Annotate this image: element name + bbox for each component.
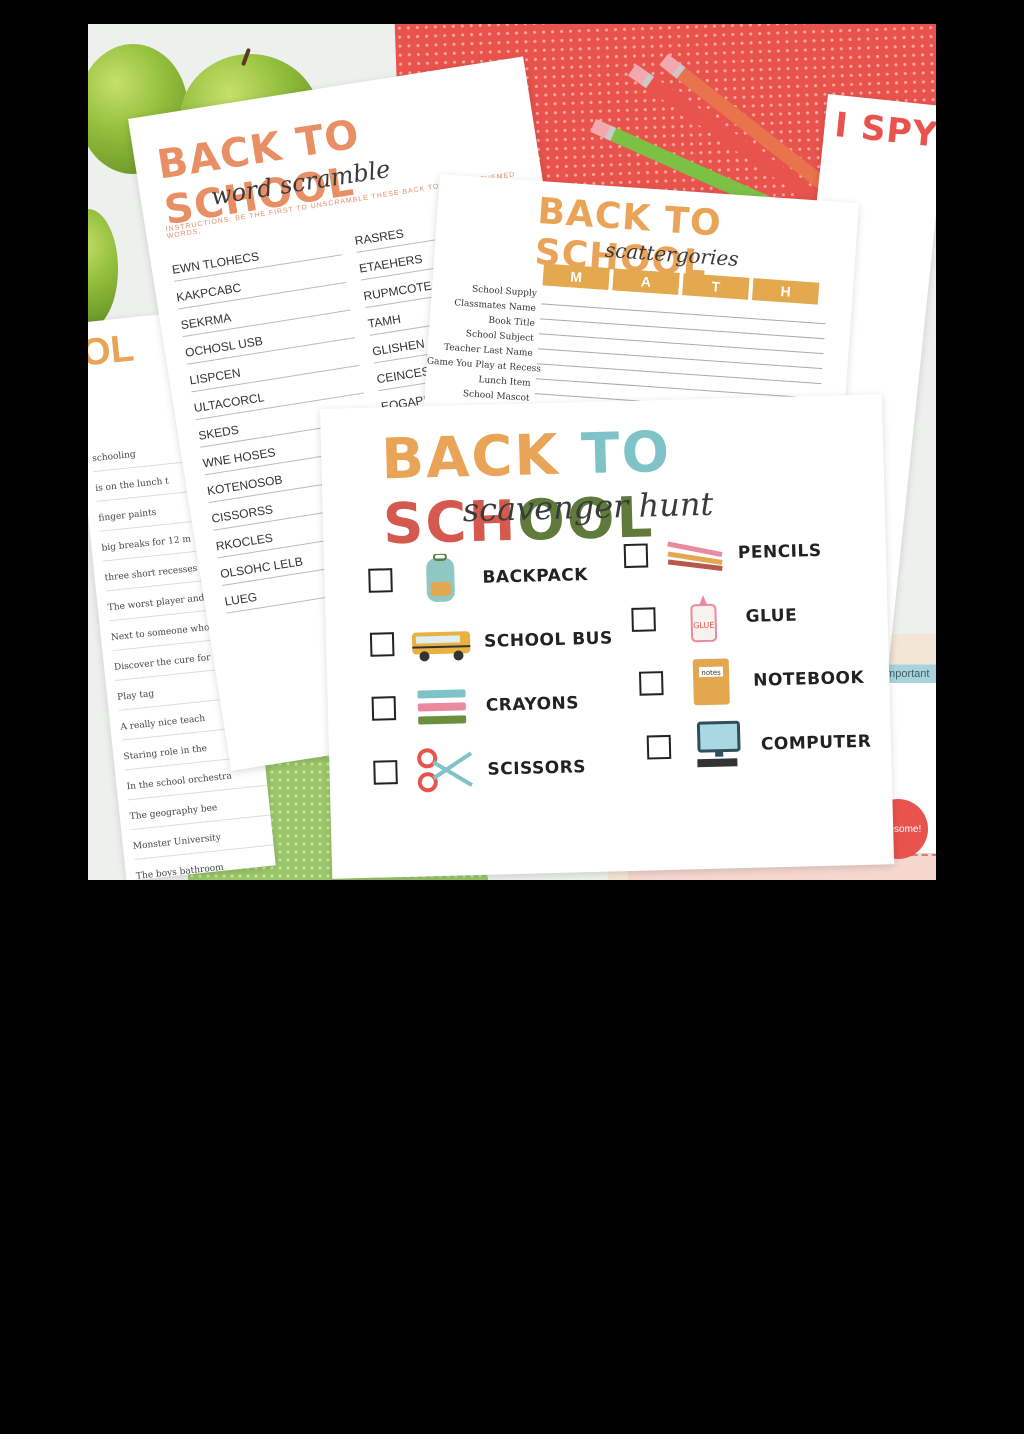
hunt-item-label: NOTEBOOK <box>753 667 865 691</box>
checkbox[interactable] <box>369 632 395 657</box>
scatter-letter: T <box>682 273 750 300</box>
left-sheet-heading: OL <box>88 327 136 375</box>
checkbox[interactable] <box>371 696 397 721</box>
glue-text: GLUE <box>693 621 714 631</box>
hunt-subtitle: scavenger hunt <box>462 484 714 530</box>
hunt-item-backpack: BACKPACK <box>368 550 589 606</box>
hunt-item-label: SCISSORS <box>487 757 587 780</box>
hunt-item-label: SCHOOL BUS <box>483 628 613 652</box>
glue-icon: GLUE <box>690 595 718 643</box>
pencils-icon <box>667 541 723 572</box>
hunt-item-label: PENCILS <box>737 540 822 564</box>
school-bus-icon <box>411 631 471 662</box>
checkbox[interactable] <box>638 671 664 696</box>
hunt-title-word: BACK <box>380 422 561 493</box>
photo: Important Awesome! OL schooling is on the… <box>88 24 936 880</box>
hunt-item-label: CRAYONS <box>485 693 580 716</box>
hunt-item-scissors: SCISSORS <box>373 742 587 798</box>
hunt-item-computer: COMPUTER <box>646 717 872 773</box>
notebook-text: notes <box>701 669 721 678</box>
checkbox[interactable] <box>631 607 656 632</box>
scatter-letter: M <box>542 263 610 291</box>
computer-icon <box>696 720 741 768</box>
hunt-item-crayons: CRAYONS <box>371 678 579 733</box>
scavenger-hunt-sheet: BACK TO SCHOOL scavenger hunt BACKPACK S… <box>320 394 895 879</box>
scissors-icon <box>417 748 473 793</box>
checkbox[interactable] <box>368 568 393 593</box>
scatter-letter: H <box>751 278 820 305</box>
hunt-item-pencils: PENCILS <box>623 526 822 581</box>
crayons-icon <box>417 689 467 725</box>
notebook-icon: notes <box>692 658 730 706</box>
checkbox[interactable] <box>373 760 398 785</box>
hunt-item-school-bus: SCHOOL BUS <box>369 613 614 669</box>
scatter-letter: A <box>612 268 680 295</box>
backpack-icon <box>426 553 455 603</box>
hunt-item-notebook: notes NOTEBOOK <box>638 653 865 709</box>
apple <box>88 209 118 329</box>
checkbox[interactable] <box>646 734 672 760</box>
i-spy-title: I SPY <box>832 104 936 156</box>
hunt-item-label: GLUE <box>745 605 798 627</box>
hunt-item-label: COMPUTER <box>760 731 872 755</box>
hunt-item-glue: GLUE GLUE <box>631 591 798 645</box>
checkbox[interactable] <box>623 543 649 569</box>
hunt-title-word: TO <box>580 419 672 488</box>
hunt-item-label: BACKPACK <box>482 565 589 588</box>
